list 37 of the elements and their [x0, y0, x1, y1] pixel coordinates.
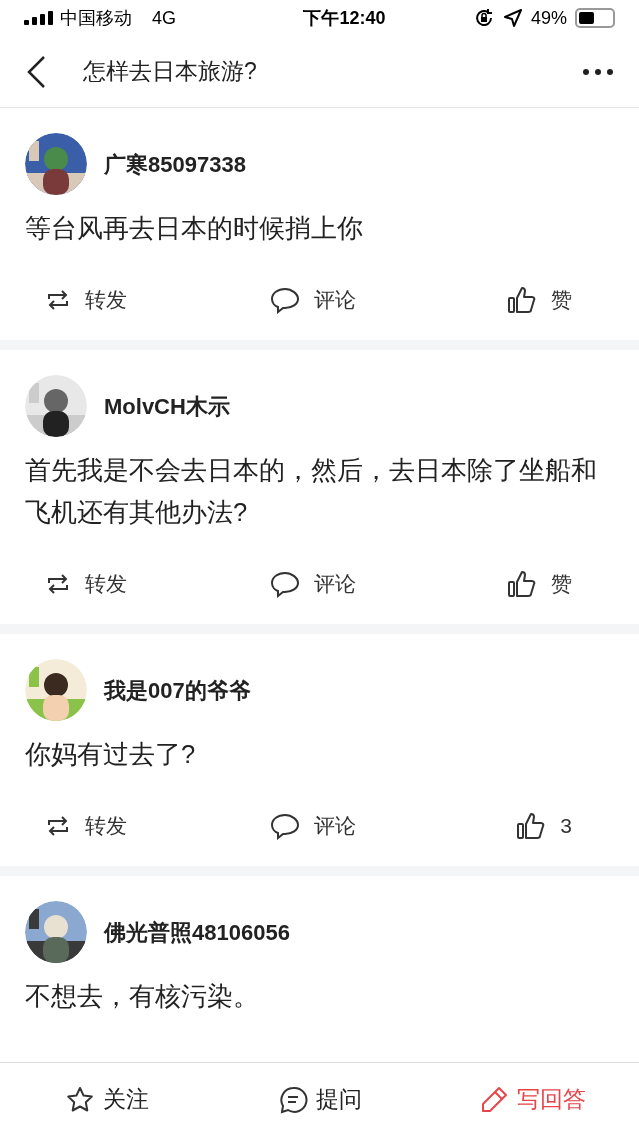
- action-button[interactable]: 评论: [270, 566, 357, 602]
- answer-text: 首先我是不会去日本的，然后，去日本除了坐船和飞机还有其他办法?: [25, 455, 598, 528]
- action-button[interactable]: 评论: [270, 808, 357, 844]
- location-arrow-icon: [502, 8, 523, 28]
- pencil-icon: [479, 1084, 509, 1115]
- comment-icon: [270, 286, 301, 314]
- action-button[interactable]: 3: [516, 808, 572, 844]
- carrier-name: 中国移动: [60, 6, 132, 30]
- clock-time: 下午12:40: [302, 6, 387, 30]
- signal-icon: [24, 11, 54, 25]
- comment-icon: [270, 812, 301, 840]
- user-name[interactable]: 广寒85097338: [104, 147, 246, 181]
- answer-text: 不想去，有核污染。: [25, 981, 260, 1012]
- user-name[interactable]: 我是007的爷爷: [104, 673, 251, 707]
- speech-bubble-icon: [277, 1084, 308, 1115]
- answer-text: 等台风再去日本的时候捎上你: [25, 213, 364, 244]
- action-button[interactable]: 转发: [45, 282, 127, 318]
- thumbs-up-icon: [507, 569, 537, 599]
- thumbs-up-icon: [516, 811, 547, 841]
- answer-text: 你妈有过去了?: [25, 739, 197, 770]
- page-title: 怎样去日本旅游?: [83, 57, 258, 87]
- action-button[interactable]: 转发: [45, 566, 127, 602]
- thumbs-up-icon: [507, 285, 537, 315]
- user-name[interactable]: MolvCH木示: [104, 389, 230, 423]
- network-type: 4G: [152, 6, 176, 30]
- toolbar-button[interactable]: 关注: [0, 1063, 213, 1136]
- toolbar-button[interactable]: 写回答: [426, 1063, 639, 1136]
- action-button[interactable]: 赞: [507, 282, 572, 318]
- action-button[interactable]: 评论: [270, 282, 357, 318]
- battery-icon: [575, 8, 615, 28]
- toolbar-button[interactable]: 提问: [213, 1063, 426, 1136]
- action-button[interactable]: 赞: [507, 566, 572, 602]
- action-button[interactable]: 转发: [45, 808, 127, 844]
- battery-percent: 49%: [530, 6, 567, 30]
- star-icon: [64, 1084, 95, 1115]
- user-name[interactable]: 佛光普照48106056: [104, 915, 290, 949]
- comment-icon: [270, 570, 301, 598]
